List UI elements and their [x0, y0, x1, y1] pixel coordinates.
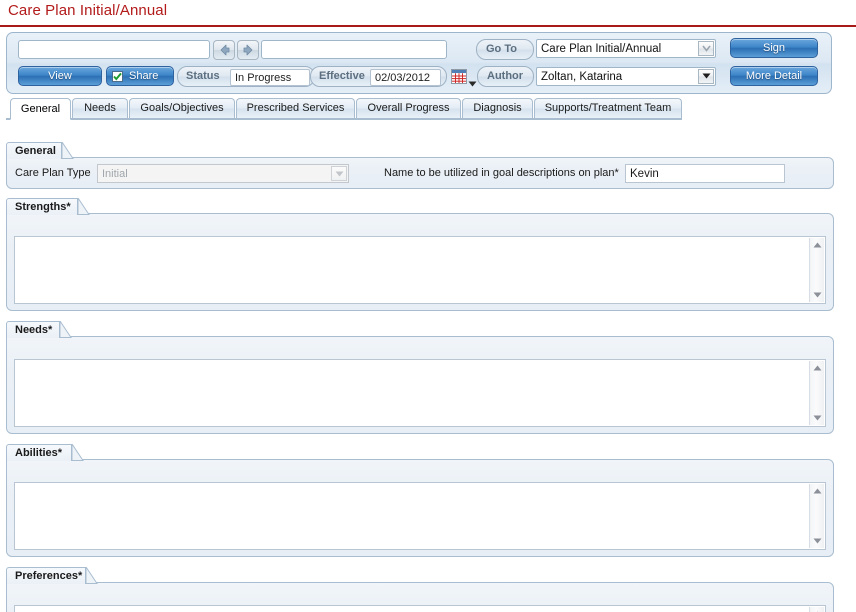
needs-section-tab: Needs* [6, 321, 60, 338]
needs-section: Needs* [6, 321, 834, 434]
abilities-scrollbar[interactable] [809, 484, 824, 548]
title-divider [0, 25, 856, 27]
calendar-icon[interactable] [451, 69, 467, 84]
author-select[interactable]: Zoltan, Katarina [536, 67, 716, 86]
chevron-down-icon[interactable] [698, 41, 714, 56]
strengths-section-tab: Strengths* [6, 198, 78, 215]
abilities-textarea[interactable] [14, 482, 826, 550]
author-label-pill: Author [477, 66, 534, 87]
effective-label: Effective [319, 70, 365, 82]
calendar-dropdown-arrow[interactable] [468, 74, 477, 92]
goto-label: Go To [486, 43, 517, 55]
needs-textarea[interactable] [14, 359, 826, 427]
status-label: Status [186, 70, 220, 82]
abilities-section-tab: Abilities* [6, 444, 72, 461]
arrow-right-icon [238, 44, 258, 56]
share-checkbox[interactable] [112, 71, 123, 82]
search-input-left[interactable] [18, 40, 210, 59]
care-plan-page: Care Plan Initial/Annual Go To Care Plan… [0, 0, 856, 612]
scroll-up-icon[interactable] [810, 361, 825, 375]
arrow-left-icon [214, 44, 234, 56]
tab-overall-progress[interactable]: Overall Progress [356, 98, 461, 118]
view-button[interactable]: View [18, 66, 102, 86]
goto-select-value: Care Plan Initial/Annual [541, 43, 662, 55]
preferences-section-tab-slant [86, 567, 98, 584]
scroll-down-icon[interactable] [810, 411, 825, 425]
scroll-down-icon[interactable] [810, 288, 825, 302]
scroll-up-icon[interactable] [810, 238, 825, 252]
scroll-down-icon[interactable] [810, 534, 825, 548]
tab-diagnosis[interactable]: Diagnosis [462, 98, 533, 118]
strengths-textarea[interactable] [14, 236, 826, 304]
tab-prescribed-services[interactable]: Prescribed Services [236, 98, 355, 118]
author-chevron-down-icon[interactable] [698, 69, 714, 84]
more-detail-button[interactable]: More Detail [730, 66, 818, 86]
status-value: In Progress [230, 69, 310, 86]
care-plan-type-chevron-down-icon [331, 166, 347, 181]
tab-needs[interactable]: Needs [72, 98, 128, 118]
goal-name-input[interactable] [625, 164, 785, 183]
forward-button[interactable] [237, 40, 259, 60]
goto-label-pill: Go To [476, 39, 534, 60]
goal-name-label: Name to be utilized in goal descriptions… [384, 167, 619, 179]
share-button[interactable]: Share [106, 66, 174, 86]
scroll-up-icon[interactable] [810, 607, 825, 612]
share-label: Share [129, 70, 159, 82]
care-plan-type-label: Care Plan Type [15, 167, 91, 179]
abilities-section-tab-slant [72, 444, 84, 461]
author-label: Author [487, 70, 524, 82]
general-section-tab-slant [62, 142, 74, 159]
tab-bar: General Needs Goals/Objectives Prescribe… [6, 98, 856, 120]
status-pill: Status In Progress [177, 66, 315, 87]
tab-goals-objectives[interactable]: Goals/Objectives [129, 98, 235, 118]
tab-general[interactable]: General [10, 98, 71, 120]
general-section: General Care Plan Type Initial Name to b… [6, 142, 834, 189]
author-select-value: Zoltan, Katarina [541, 71, 623, 83]
preferences-scrollbar[interactable] [809, 607, 824, 612]
toolbar: Go To Care Plan Initial/Annual Sign View… [6, 32, 832, 94]
effective-date-value[interactable]: 02/03/2012 [370, 69, 441, 86]
general-section-tab: General [6, 142, 62, 159]
preferences-textarea[interactable] [14, 605, 826, 612]
page-title: Care Plan Initial/Annual [8, 2, 168, 19]
tab-supports-treatment-team[interactable]: Supports/Treatment Team [534, 98, 682, 118]
abilities-section: Abilities* [6, 444, 834, 557]
goto-select[interactable]: Care Plan Initial/Annual [536, 39, 716, 58]
tab-bar-baseline [6, 118, 682, 120]
preferences-section-tab: Preferences* [6, 567, 86, 584]
strengths-section: Strengths* [6, 198, 834, 311]
sign-button[interactable]: Sign [730, 38, 818, 58]
needs-scrollbar[interactable] [809, 361, 824, 425]
needs-section-tab-slant [60, 321, 72, 338]
strengths-section-tab-slant [78, 198, 90, 215]
search-input-right[interactable] [261, 40, 447, 59]
strengths-scrollbar[interactable] [809, 238, 824, 302]
scroll-up-icon[interactable] [810, 484, 825, 498]
care-plan-type-select: Initial [97, 164, 349, 183]
back-button[interactable] [213, 40, 235, 60]
effective-pill: Effective 02/03/2012 [310, 66, 447, 87]
care-plan-type-value: Initial [102, 168, 128, 180]
preferences-section: Preferences* [6, 567, 834, 612]
